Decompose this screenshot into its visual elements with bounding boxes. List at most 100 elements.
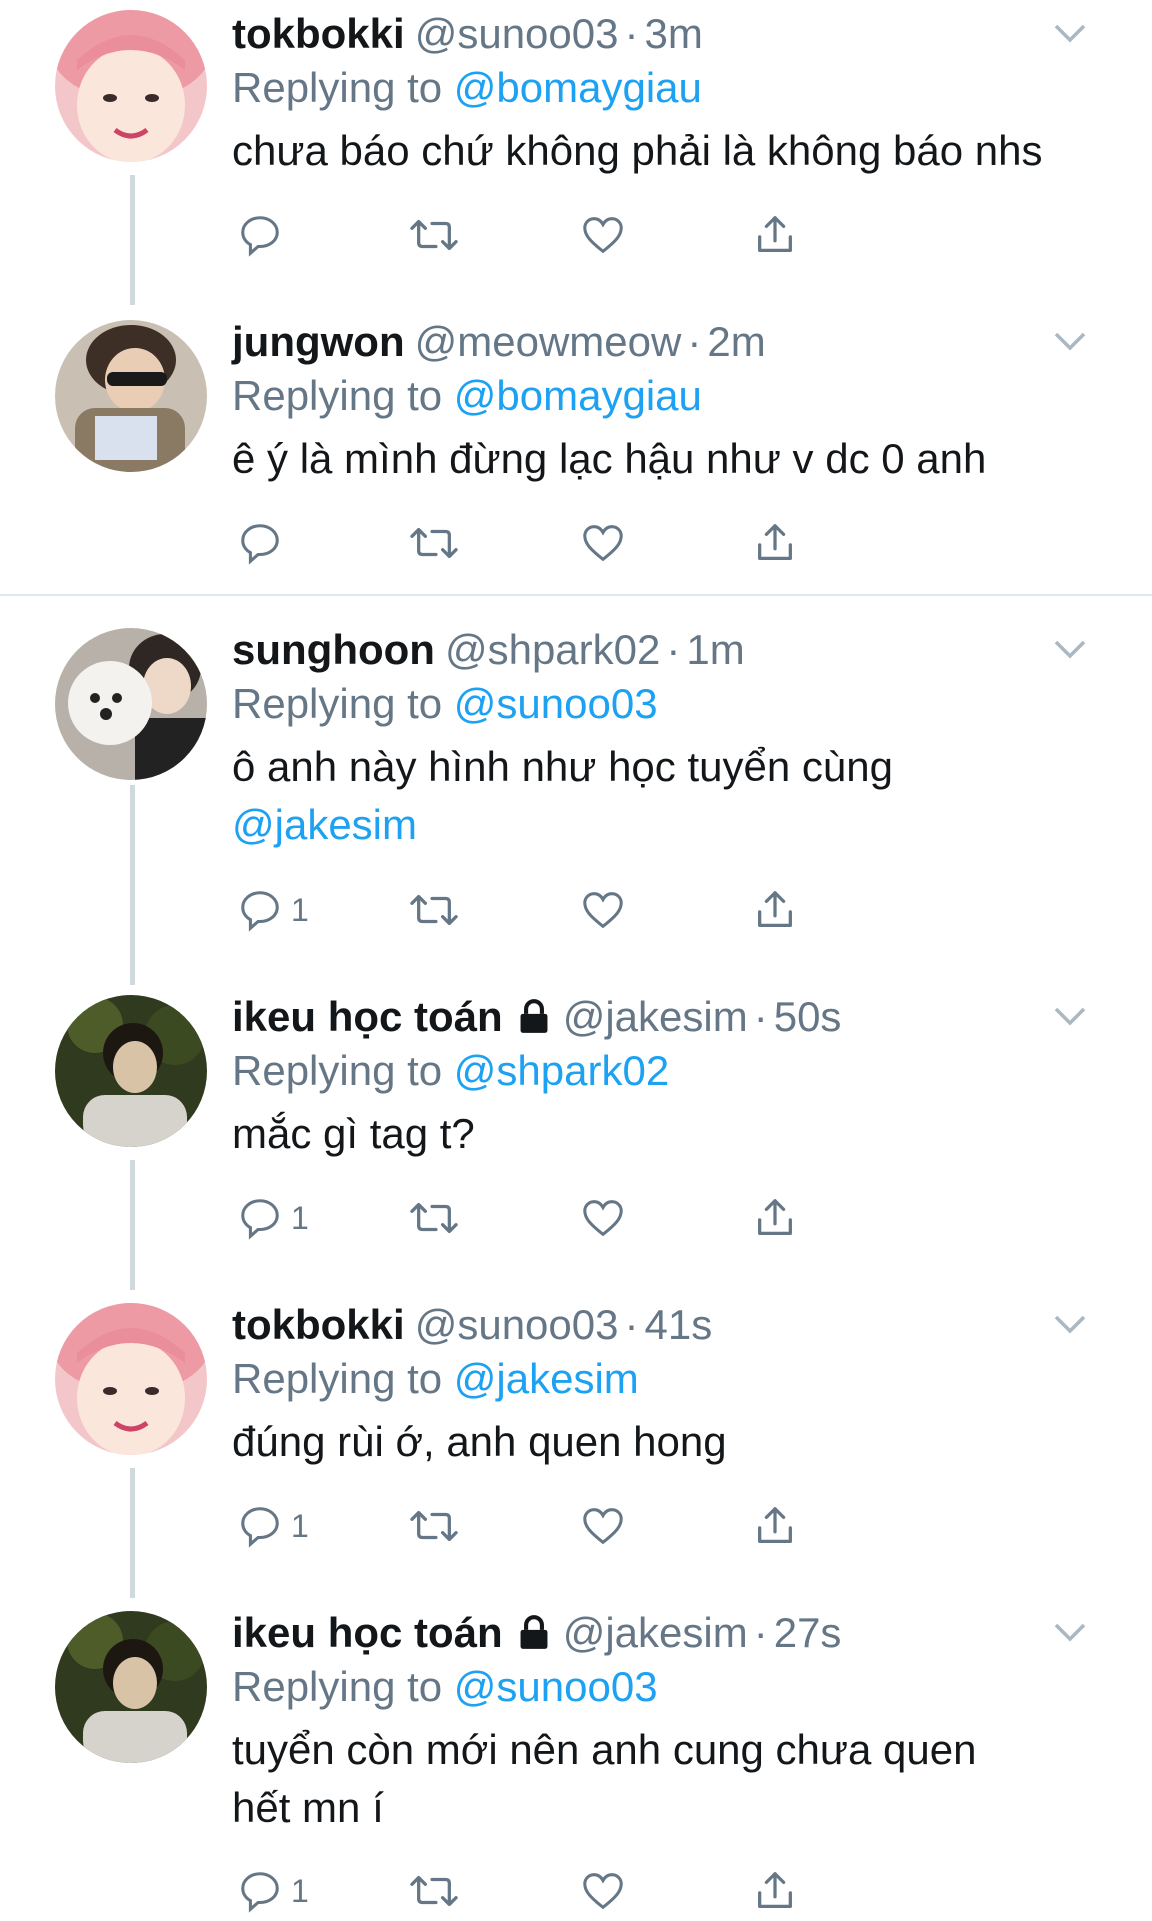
avatar[interactable] [55, 628, 207, 780]
chevron-down-icon[interactable] [1050, 1001, 1090, 1031]
reply-icon [241, 1872, 279, 1913]
avatar[interactable] [55, 995, 207, 1147]
thread-line [130, 175, 135, 305]
like-icon [583, 1873, 623, 1910]
retweet-button[interactable] [408, 1496, 460, 1556]
replying-to-mention[interactable]: @bomaygiau [454, 372, 702, 419]
reply-button[interactable]: 1 [237, 1188, 309, 1248]
timestamp[interactable]: 3m [645, 10, 703, 57]
username[interactable]: @sunoo03 [415, 1301, 619, 1348]
timestamp[interactable]: 27s [774, 1609, 842, 1656]
username[interactable]: @jakesim [563, 993, 748, 1040]
timestamp[interactable]: 2m [707, 318, 765, 365]
share-button[interactable] [752, 513, 798, 573]
timestamp[interactable]: 50s [774, 993, 842, 1040]
separator-dot: · [753, 1609, 768, 1656]
retweet-icon [410, 1202, 458, 1234]
display-name[interactable]: jungwon [232, 318, 405, 365]
chevron-down-icon[interactable] [1050, 1309, 1090, 1339]
chevron-down-icon[interactable] [1050, 326, 1090, 356]
username[interactable]: @meowmeow [415, 318, 682, 365]
reply-count: 1 [291, 1872, 309, 1909]
thread-line [130, 1468, 135, 1598]
share-icon [758, 1199, 792, 1235]
tweet-text: ô anh này hình như học tuyển cùng @jakes… [232, 738, 1092, 854]
reply-count: 1 [291, 1199, 309, 1236]
avatar[interactable] [55, 10, 207, 162]
share-button[interactable] [752, 205, 798, 265]
separator-dot: · [624, 1301, 639, 1348]
display-name[interactable]: tokbokki [232, 10, 405, 57]
share-icon [758, 1872, 792, 1908]
replying-to-label: Replying to [232, 372, 443, 419]
reply-button[interactable]: 1 [237, 1496, 309, 1556]
divider [0, 594, 1152, 596]
retweet-button[interactable] [408, 205, 460, 265]
share-button[interactable] [752, 880, 798, 940]
username[interactable]: @jakesim [563, 1609, 748, 1656]
share-button[interactable] [752, 1861, 798, 1921]
username[interactable]: @sunoo03 [415, 10, 619, 57]
replying-to-line: Replying to @jakesim [232, 1351, 1092, 1407]
separator-dot: · [666, 626, 681, 673]
avatar[interactable] [55, 1303, 207, 1455]
display-name[interactable]: sunghoon [232, 626, 435, 673]
reply-button[interactable]: 1 [237, 880, 309, 940]
tweet-text: tuyển còn mới nên anh cung chưa quen hết… [232, 1721, 1092, 1837]
reply-icon [241, 1507, 279, 1548]
replying-to-label: Replying to [232, 1047, 443, 1094]
reply-count: 1 [291, 1507, 309, 1544]
retweet-icon [410, 1510, 458, 1542]
share-icon [758, 216, 792, 252]
like-button[interactable] [580, 880, 626, 940]
avatar[interactable] [55, 320, 207, 472]
share-button[interactable] [752, 1188, 798, 1248]
like-button[interactable] [580, 1188, 626, 1248]
share-button[interactable] [752, 1496, 798, 1556]
replying-to-label: Replying to [232, 1663, 443, 1710]
reply-icon [241, 1199, 279, 1240]
replying-to-mention[interactable]: @jakesim [454, 1355, 639, 1402]
chevron-down-icon[interactable] [1050, 634, 1090, 664]
separator-dot: · [687, 318, 702, 365]
like-button[interactable] [580, 513, 626, 573]
avatar[interactable] [55, 1611, 207, 1763]
timestamp[interactable]: 1m [686, 626, 744, 673]
replying-to-line: Replying to @bomaygiau [232, 368, 1092, 424]
tweet-mention[interactable]: @jakesim [232, 801, 417, 848]
like-icon [583, 892, 623, 929]
like-button[interactable] [580, 205, 626, 265]
display-name[interactable]: tokbokki [232, 1301, 405, 1348]
retweet-icon [410, 219, 458, 251]
tweet-text-line: ô anh này hình như học tuyển cùng [232, 743, 893, 790]
display-name[interactable]: ikeu học toán [232, 993, 503, 1040]
share-icon [758, 524, 792, 560]
like-icon [583, 217, 623, 254]
like-button[interactable] [580, 1496, 626, 1556]
retweet-button[interactable] [408, 1861, 460, 1921]
tweet-text: đúng rùi ớ, anh quen hong [232, 1418, 727, 1465]
retweet-button[interactable] [408, 880, 460, 940]
tweet-text: chưa báo chứ không phải là không báo nhs [232, 127, 1043, 174]
reply-button[interactable] [237, 205, 291, 265]
replying-to-mention[interactable]: @sunoo03 [454, 680, 658, 727]
username[interactable]: @shpark02 [445, 626, 660, 673]
replying-to-line: Replying to @sunoo03 [232, 1659, 1092, 1715]
display-name[interactable]: ikeu học toán [232, 1609, 503, 1656]
retweet-button[interactable] [408, 1188, 460, 1248]
retweet-button[interactable] [408, 513, 460, 573]
replying-to-mention[interactable]: @sunoo03 [454, 1663, 658, 1710]
chevron-down-icon[interactable] [1050, 18, 1090, 48]
timestamp[interactable]: 41s [645, 1301, 713, 1348]
thread-line [130, 1160, 135, 1290]
lock-icon [520, 999, 548, 1033]
replying-to-mention[interactable]: @bomaygiau [454, 64, 702, 111]
replying-to-mention[interactable]: @shpark02 [454, 1047, 669, 1094]
chevron-down-icon[interactable] [1050, 1617, 1090, 1647]
like-icon [583, 525, 623, 562]
reply-button[interactable] [237, 513, 291, 573]
tweet-text-line: tuyển còn mới nên anh cung chưa quen [232, 1726, 977, 1773]
like-button[interactable] [580, 1861, 626, 1921]
reply-button[interactable]: 1 [237, 1861, 309, 1921]
thread-line [130, 785, 135, 985]
